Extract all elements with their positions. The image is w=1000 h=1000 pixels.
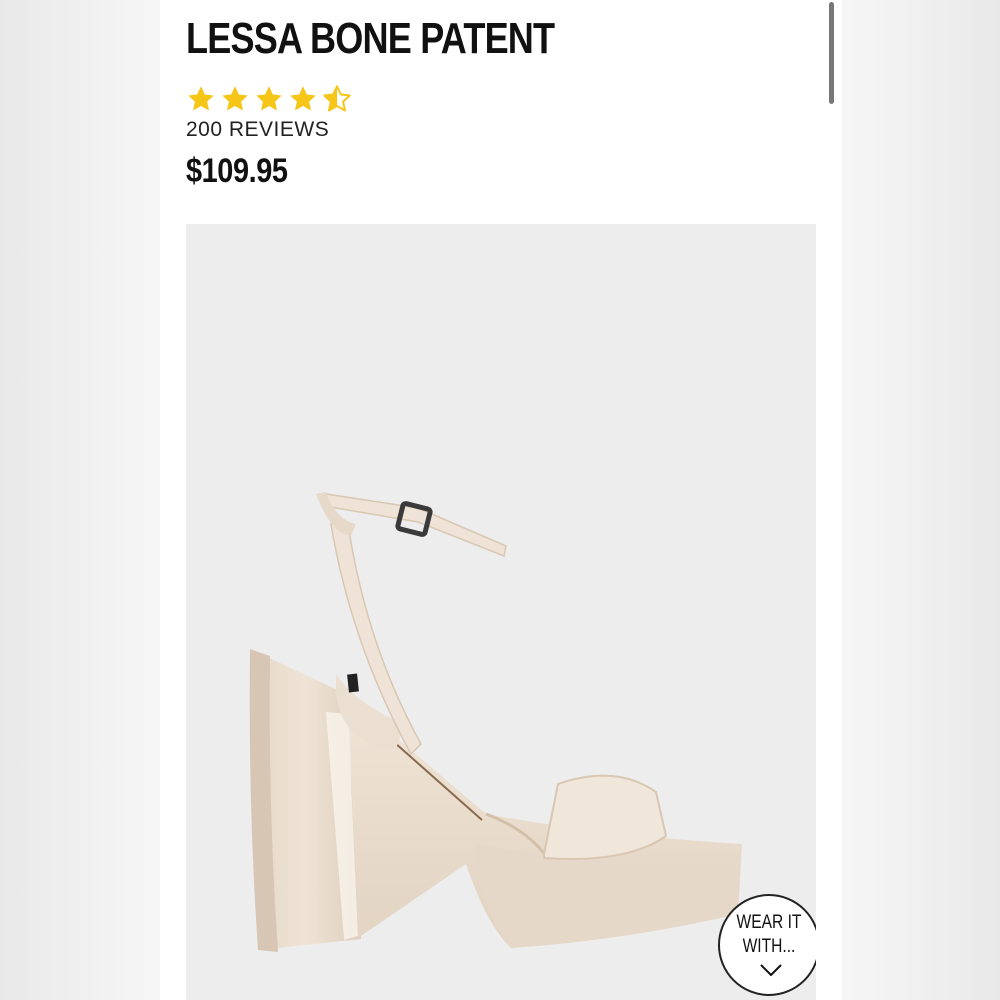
product-page: LESSA BONE PATENT 200 REVIEWS $109.95 WE… xyxy=(160,0,842,1000)
chevron-down-icon xyxy=(760,964,782,976)
wear-it-with-label-2: WITH... xyxy=(742,936,796,957)
background-blur-right xyxy=(842,0,1000,1000)
product-price: $109.95 xyxy=(186,152,288,190)
scrollbar[interactable] xyxy=(829,2,834,104)
shoe-illustration xyxy=(249,492,742,952)
background-blur-left xyxy=(0,0,160,1000)
star-icon xyxy=(256,86,282,111)
product-title: LESSA BONE PATENT xyxy=(186,14,555,63)
wear-it-with-label-1: WEAR IT xyxy=(736,912,802,933)
star-icon xyxy=(290,86,316,111)
half-star-icon xyxy=(323,85,351,112)
star-icon xyxy=(222,86,248,111)
product-image[interactable]: WEAR IT WITH... xyxy=(186,224,816,1000)
reviews-count[interactable]: 200 REVIEWS xyxy=(186,118,329,142)
rating-stars[interactable] xyxy=(186,84,352,114)
wear-it-with-button[interactable]: WEAR IT WITH... xyxy=(718,894,816,996)
star-icon xyxy=(188,86,214,111)
